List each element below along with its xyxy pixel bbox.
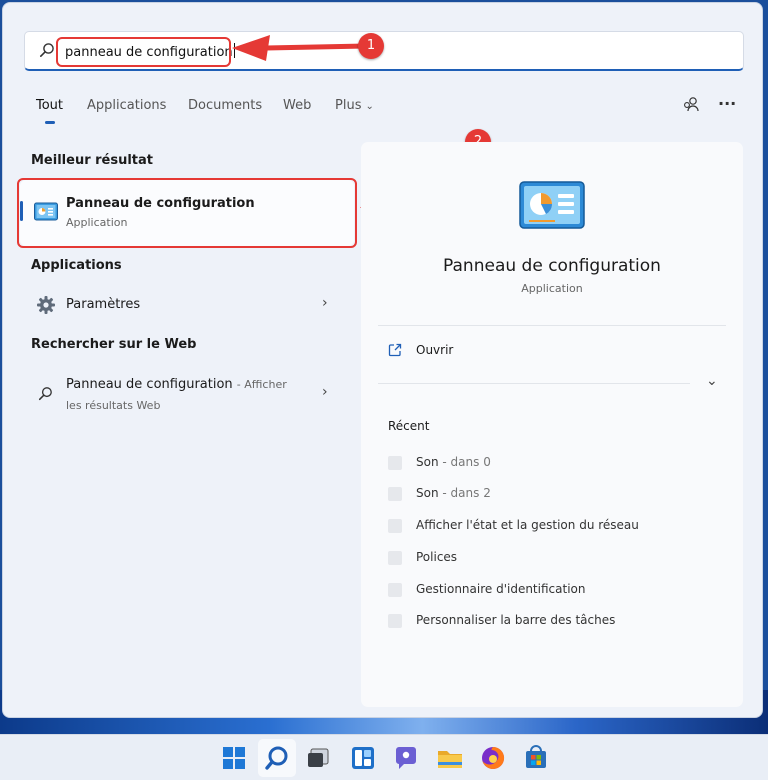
file-icon — [388, 614, 402, 628]
divider — [378, 325, 726, 326]
web-search-subtitle: les résultats Web — [66, 399, 161, 412]
open-external-icon — [388, 343, 402, 357]
more-options-button[interactable]: ··· — [718, 94, 736, 113]
windows-start-icon[interactable] — [218, 742, 250, 774]
recent-heading: Récent — [388, 419, 430, 433]
search-icon — [39, 43, 54, 57]
open-button[interactable]: Ouvrir — [378, 338, 688, 366]
file-icon — [388, 519, 402, 533]
preview-pane: Panneau de configuration Application Ouv… — [361, 142, 743, 707]
active-tab-indicator — [45, 121, 55, 124]
firefox-icon[interactable] — [477, 742, 509, 774]
preview-subtitle: Application — [521, 282, 583, 295]
file-icon — [388, 487, 402, 501]
search-icon — [38, 387, 52, 401]
annotation-badge-1: 1 — [358, 33, 384, 59]
tab-plus[interactable]: Plus ⌄ — [335, 98, 374, 113]
taskbar — [0, 734, 768, 780]
chevron-right-icon: › — [322, 384, 328, 400]
search-icon[interactable] — [261, 742, 293, 774]
preview-title: Panneau de configuration — [443, 256, 661, 276]
control-panel-large-icon — [519, 181, 585, 229]
web-search-title: Panneau de configuration - Afficher — [66, 377, 287, 392]
microsoft-store-icon[interactable] — [520, 742, 552, 774]
settings-gear-icon — [37, 296, 55, 314]
tab-tout[interactable]: Tout — [36, 98, 63, 113]
search-highlight-box — [56, 37, 231, 67]
open-label: Ouvrir — [416, 343, 454, 357]
best-match-heading: Meilleur résultat — [31, 153, 154, 168]
divider — [378, 383, 690, 384]
task-view-icon[interactable] — [303, 742, 335, 774]
annotation-arrow-1 — [232, 35, 369, 61]
tab-web[interactable]: Web — [283, 98, 311, 113]
chevron-right-icon: › — [322, 295, 328, 311]
tab-applications[interactable]: Applications — [87, 98, 166, 113]
account-switch-icon[interactable] — [682, 96, 700, 114]
file-icon — [388, 456, 402, 470]
applications-heading: Applications — [31, 258, 122, 273]
teams-chat-icon[interactable] — [390, 742, 422, 774]
chevron-down-icon: ⌄ — [365, 101, 374, 112]
file-icon — [388, 583, 402, 597]
parametres-label: Paramètres — [66, 297, 141, 312]
result-web-search[interactable]: Panneau de configuration - Afficher les … — [20, 370, 354, 418]
widgets-icon[interactable] — [347, 742, 379, 774]
file-icon — [388, 551, 402, 565]
tab-documents[interactable]: Documents — [188, 98, 262, 113]
file-explorer-icon[interactable] — [434, 742, 466, 774]
result-parametres[interactable]: Paramètres › — [20, 287, 354, 323]
web-search-heading: Rechercher sur le Web — [31, 337, 197, 352]
chevron-down-icon[interactable]: ⌄ — [706, 373, 718, 389]
best-match-highlight-box — [17, 178, 357, 248]
